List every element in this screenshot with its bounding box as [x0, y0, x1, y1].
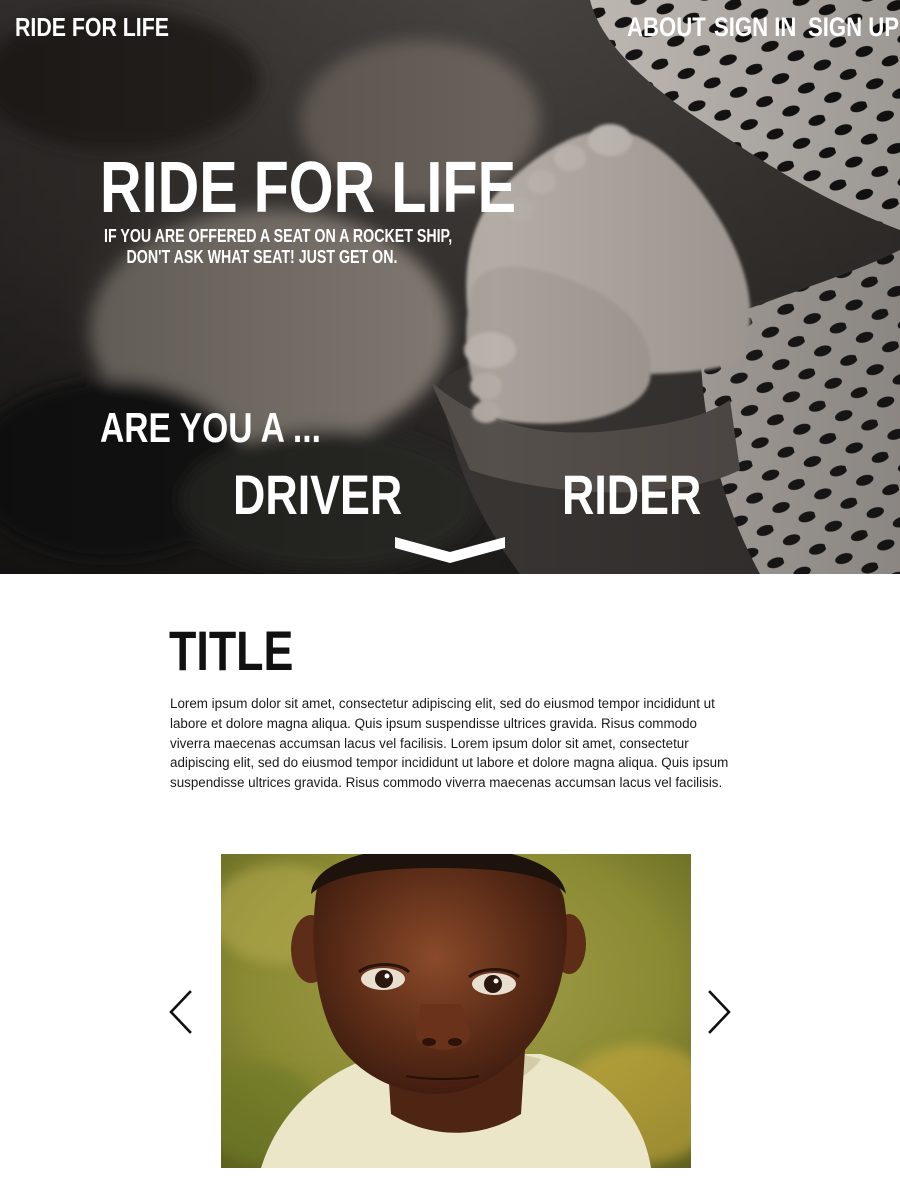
- hero-title: RIDE FOR LIFE: [100, 148, 516, 228]
- section-paragraph: Lorem ipsum dolor sit amet, consectetur …: [170, 696, 729, 791]
- chevron-down-icon[interactable]: [395, 534, 505, 564]
- driver-option-button[interactable]: DRIVER: [233, 462, 402, 527]
- hero-tagline-line-1: IF YOU ARE OFFERED A SEAT ON A ROCKET SH…: [104, 226, 453, 246]
- child-portrait-photo: [221, 854, 691, 1168]
- hero-tagline: IF YOU ARE OFFERED A SEAT ON A ROCKET SH…: [104, 226, 453, 268]
- hero-banner: RIDE FOR LIFE ABOUT SIGN IN SIGN UP RIDE…: [0, 0, 900, 574]
- rider-option-button[interactable]: RIDER: [562, 462, 701, 527]
- nav-sign-in-link[interactable]: SIGN IN: [714, 12, 796, 43]
- chevron-left-icon[interactable]: [168, 990, 194, 1034]
- hero-tagline-line-2: DON'T ASK WHAT SEAT! JUST GET ON.: [126, 247, 398, 267]
- chevron-right-icon[interactable]: [706, 990, 732, 1034]
- carousel-image: [221, 854, 691, 1168]
- role-question: ARE YOU A ...: [100, 404, 321, 451]
- nav-sign-up-link[interactable]: SIGN UP: [808, 12, 899, 43]
- hero-overlay: [0, 0, 900, 574]
- nav-about-link[interactable]: ABOUT: [627, 12, 706, 43]
- section-title: TITLE: [169, 619, 294, 682]
- brand-logo[interactable]: RIDE FOR LIFE: [15, 12, 169, 43]
